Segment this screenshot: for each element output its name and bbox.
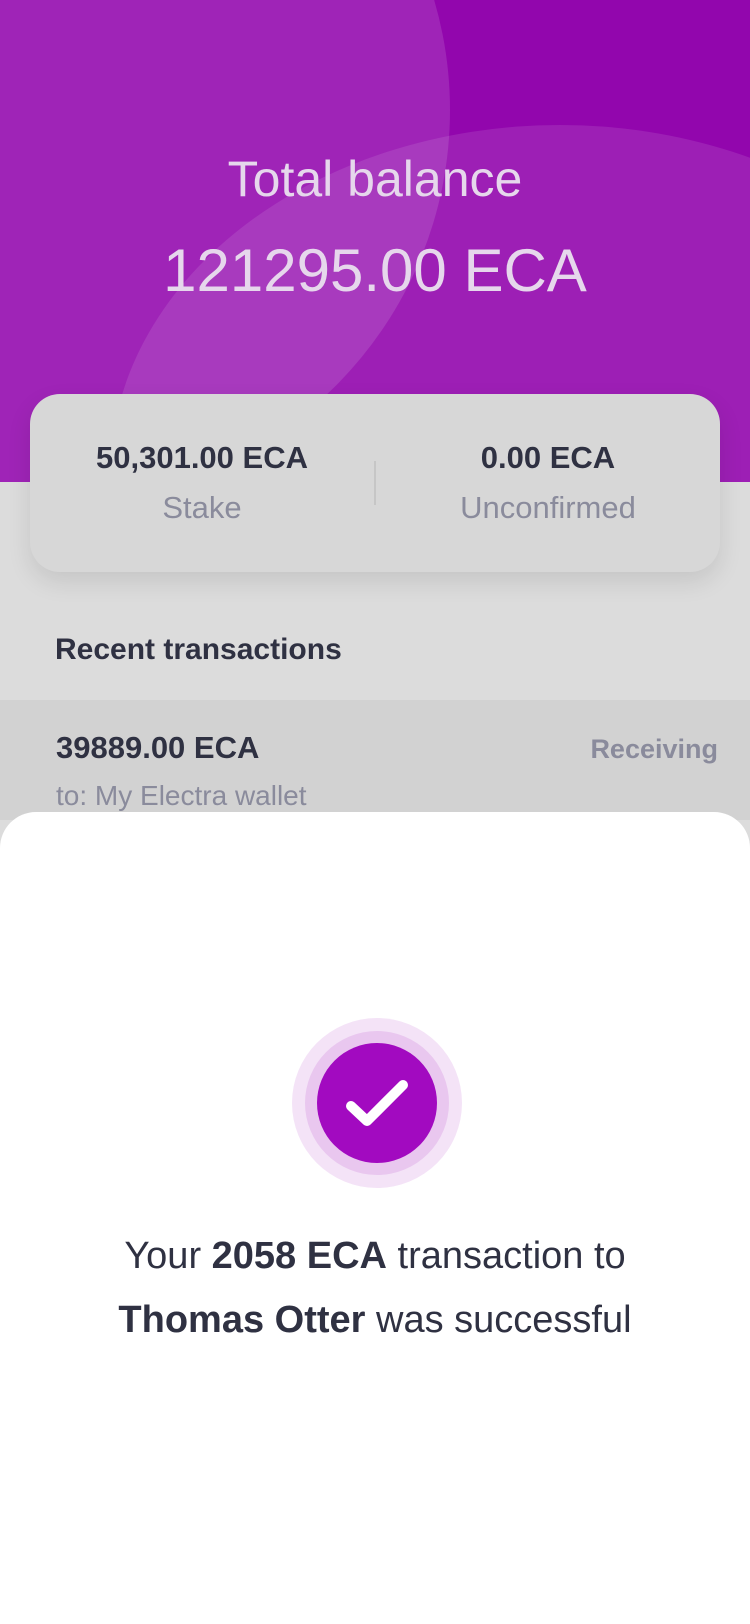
success-badge-ring xyxy=(305,1031,449,1175)
stake-label: Stake xyxy=(162,490,242,525)
stake-summary[interactable]: 50,301.00 ECA Stake xyxy=(30,440,374,526)
recent-transactions-heading: Recent transactions xyxy=(55,633,342,666)
balance-title: Total balance xyxy=(227,151,523,207)
total-balance: 121295.00 ECA xyxy=(163,237,587,304)
unconfirmed-label: Unconfirmed xyxy=(460,490,636,525)
balance-summary-card: 50,301.00 ECA Stake 0.00 ECA Unconfirmed xyxy=(30,394,720,572)
message-prefix: Your xyxy=(124,1235,212,1277)
transaction-row[interactable]: 39889.00 ECA to: My Electra wallet Recei… xyxy=(0,700,750,820)
check-icon xyxy=(317,1043,437,1163)
checkmark-glyph xyxy=(346,1080,408,1126)
success-badge xyxy=(292,1018,462,1188)
success-message: Your 2058 ECA transaction to Thomas Otte… xyxy=(0,1224,750,1352)
transaction-amount: 39889.00 ECA xyxy=(56,730,260,765)
unconfirmed-amount: 0.00 ECA xyxy=(480,440,616,475)
message-recipient: Thomas Otter xyxy=(118,1299,366,1341)
transaction-status: Receiving xyxy=(590,734,718,764)
unconfirmed-summary[interactable]: 0.00 ECA Unconfirmed xyxy=(376,440,720,526)
success-sheet: Your 2058 ECA transaction to Thomas Otte… xyxy=(0,812,750,1624)
message-middle: transaction to xyxy=(386,1235,626,1277)
message-suffix: was successful xyxy=(365,1299,632,1341)
message-amount: 2058 ECA xyxy=(211,1235,387,1277)
stake-amount: 50,301.00 ECA xyxy=(96,440,308,475)
transaction-recipient: to: My Electra wallet xyxy=(56,780,307,811)
